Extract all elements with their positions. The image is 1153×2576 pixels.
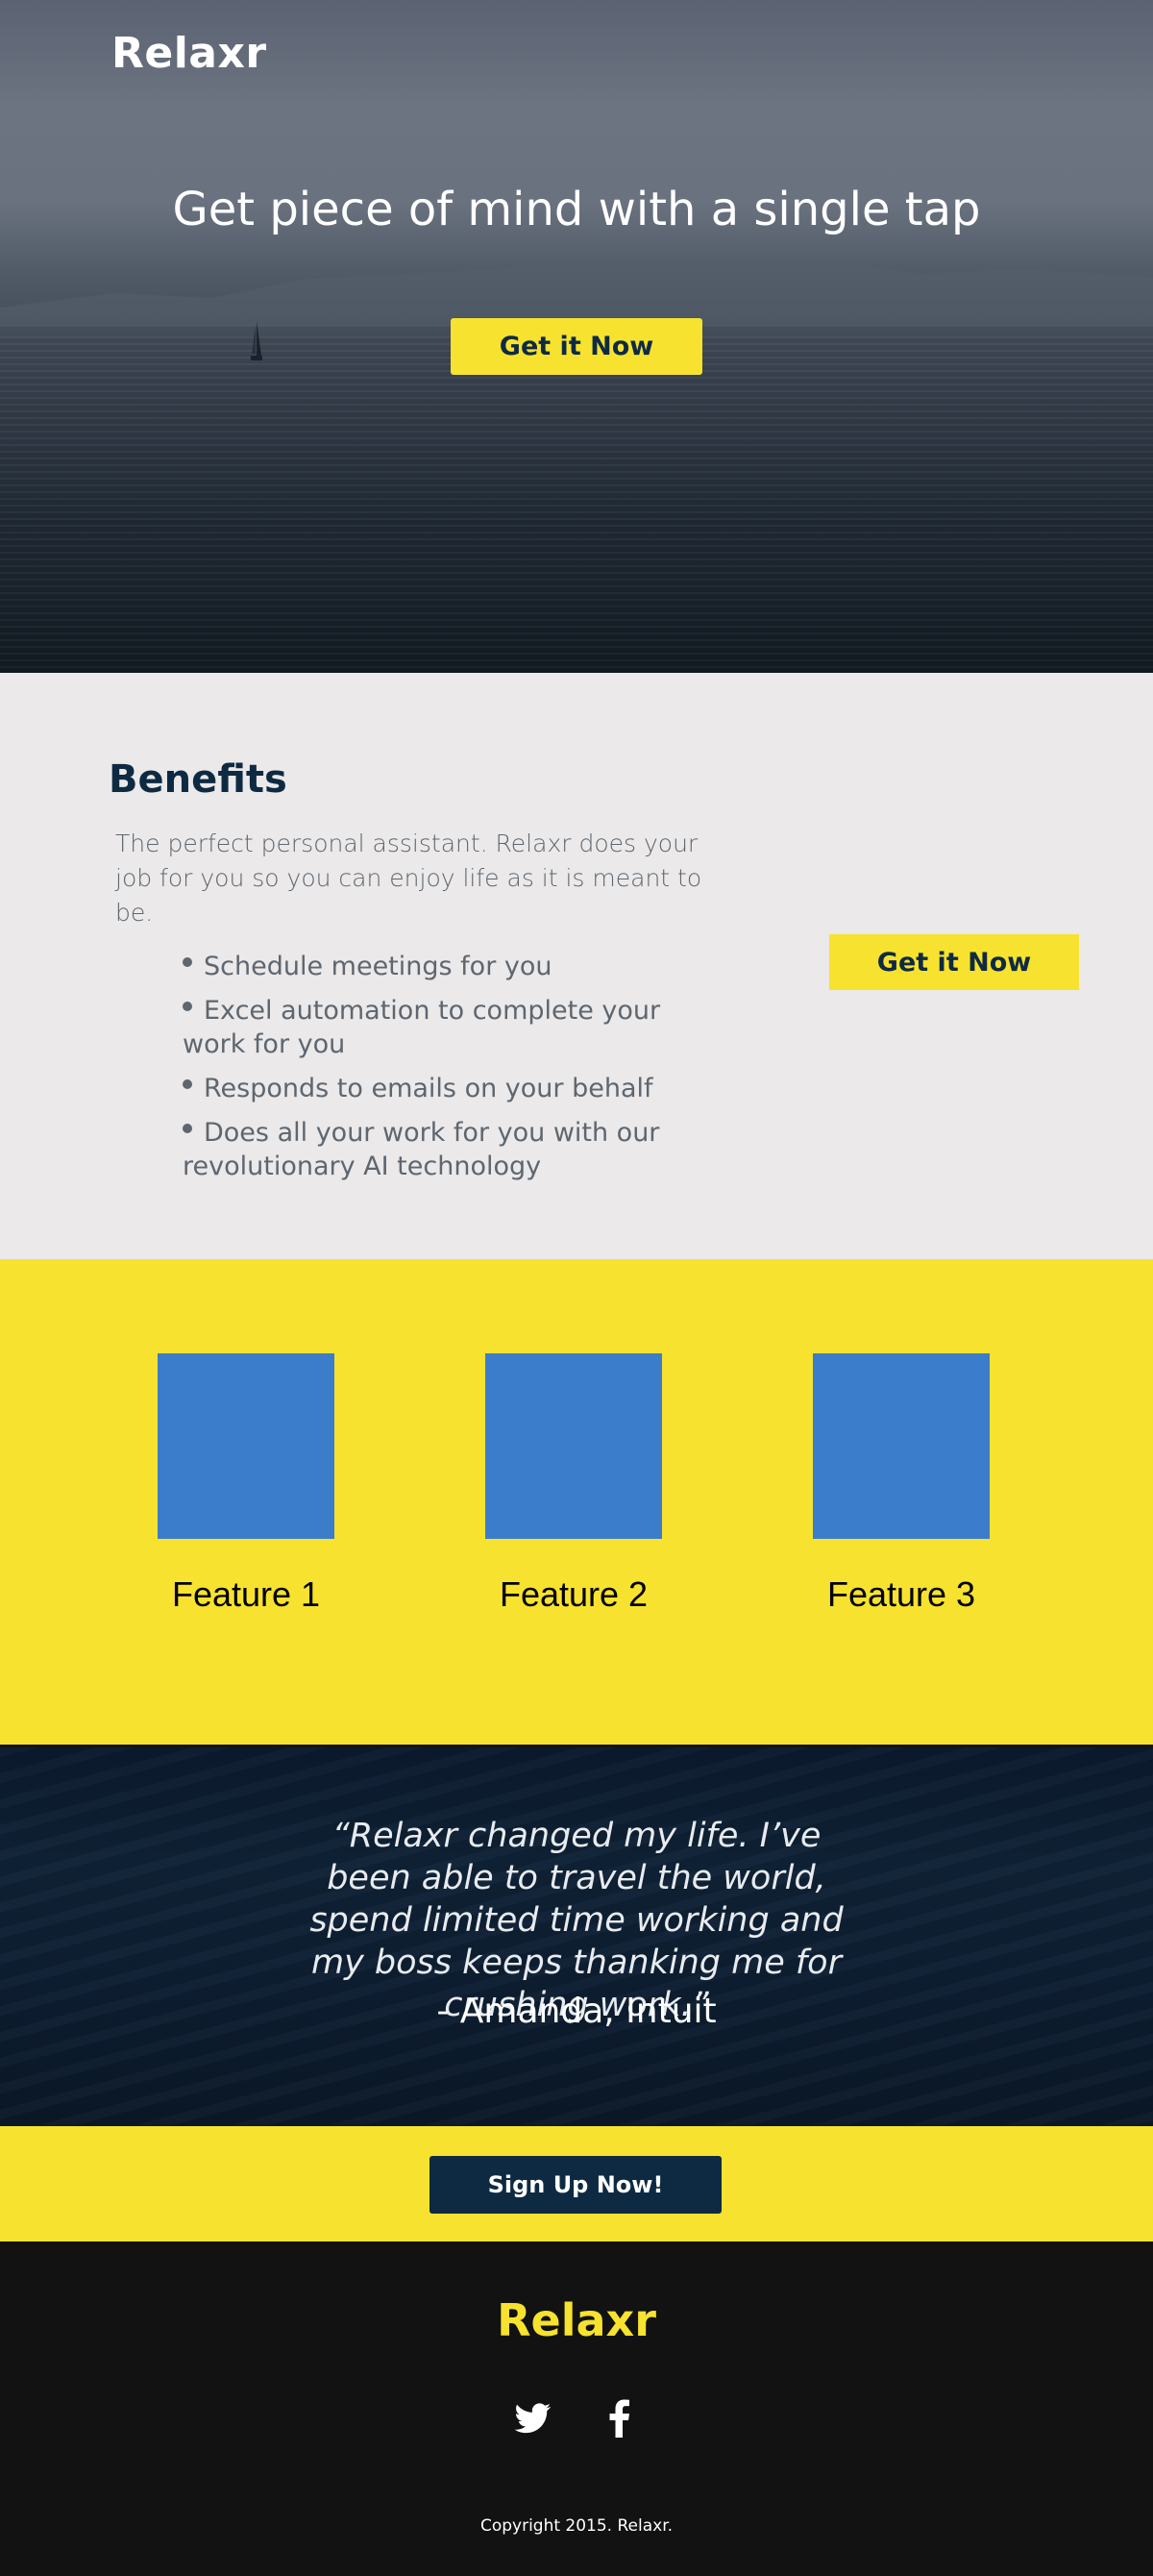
hero-section: Relaxr Get piece of mind with a single t… xyxy=(0,0,1153,673)
testimonial-section: “Relaxr changed my life. I’ve been able … xyxy=(0,1747,1153,2126)
sea-waves xyxy=(0,336,1153,673)
feature-card: Feature 3 xyxy=(813,1353,990,1614)
benefits-list: Schedule meetings for you Excel automati… xyxy=(183,950,663,1194)
benefit-text: Does all your work for you with our revo… xyxy=(183,1118,660,1181)
benefit-text: Responds to emails on your behalf xyxy=(204,1074,653,1103)
benefit-text: Excel automation to complete your work f… xyxy=(183,996,661,1059)
bullet-icon xyxy=(183,1079,192,1089)
benefits-get-it-now-button[interactable]: Get it Now xyxy=(829,934,1079,990)
list-item: Responds to emails on your behalf xyxy=(183,1072,663,1105)
hero-title: Get piece of mind with a single tap xyxy=(172,183,981,236)
social-links xyxy=(0,2395,1153,2440)
footer: Relaxr Copyright 2015. Relaxr. xyxy=(0,2242,1153,2576)
feature-card: Feature 2 xyxy=(485,1353,662,1614)
feature-image-placeholder xyxy=(485,1353,662,1539)
feature-card: Feature 1 xyxy=(158,1353,334,1614)
feature-image-placeholder xyxy=(158,1353,334,1539)
sign-up-button[interactable]: Sign Up Now! xyxy=(429,2156,722,2214)
benefits-section: Benefits The perfect personal assistant.… xyxy=(0,673,1153,1259)
bullet-icon xyxy=(183,1124,192,1133)
feature-label: Feature 1 xyxy=(171,1574,321,1614)
testimonial-author: - Amanda, Intuit xyxy=(436,1992,717,2031)
get-it-now-button[interactable]: Get it Now xyxy=(451,318,702,375)
copyright-text: Copyright 2015. Relaxr. xyxy=(479,2516,674,2536)
benefits-heading: Benefits xyxy=(109,757,287,802)
bullet-icon xyxy=(183,1002,192,1011)
list-item: Schedule meetings for you xyxy=(183,950,663,983)
footer-logo[interactable]: Relaxr xyxy=(0,2294,1153,2346)
benefit-text: Schedule meetings for you xyxy=(204,952,552,981)
mountain-silhouette xyxy=(0,258,1153,327)
facebook-icon[interactable] xyxy=(601,2395,641,2440)
sailboat-image xyxy=(251,321,262,360)
feature-label: Feature 2 xyxy=(499,1574,649,1614)
benefits-intro: The perfect personal assistant. Relaxr d… xyxy=(115,830,702,927)
feature-label: Feature 3 xyxy=(826,1574,976,1614)
list-item: Excel automation to complete your work f… xyxy=(183,994,663,1061)
twitter-icon[interactable] xyxy=(512,2395,552,2440)
bullet-icon xyxy=(183,957,192,967)
list-item: Does all your work for you with our revo… xyxy=(183,1116,663,1183)
site-logo[interactable]: Relaxr xyxy=(111,29,267,78)
feature-image-placeholder xyxy=(813,1353,990,1539)
features-section: Feature 1 Feature 2 Feature 3 xyxy=(0,1259,1153,1745)
signup-section: Sign Up Now! xyxy=(0,2126,1153,2242)
